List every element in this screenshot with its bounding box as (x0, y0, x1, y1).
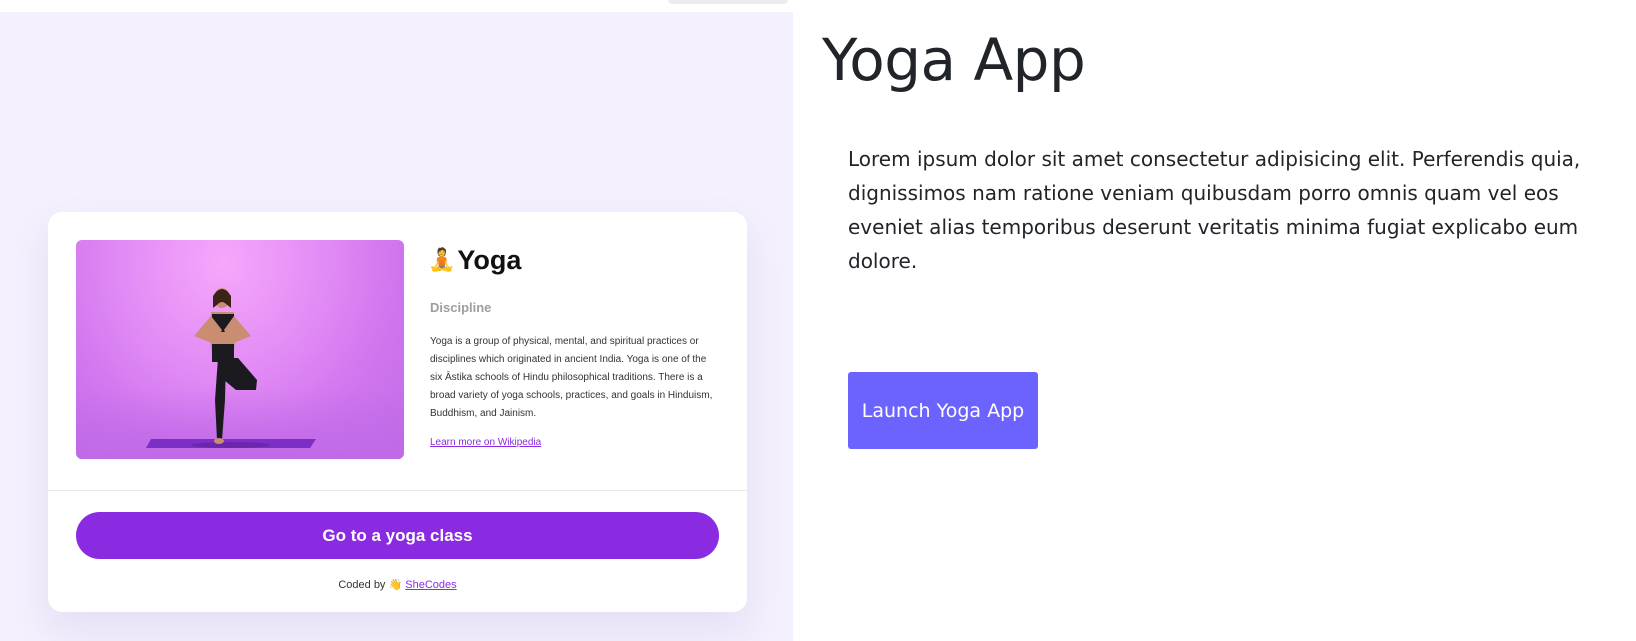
go-to-yoga-class-button[interactable]: Go to a yoga class (76, 512, 719, 559)
wikipedia-link[interactable]: Learn more on Wikipedia (430, 437, 541, 448)
card-title: 🧘 Yoga (428, 242, 521, 278)
yoga-card: 🧘 Yoga Discipline Yoga is a group of phy… (48, 212, 747, 612)
footer-prefix: Coded by (338, 579, 386, 591)
page-description: Lorem ipsum dolor sit amet consectetur a… (848, 147, 1581, 273)
top-tab-edge (668, 0, 788, 4)
card-title-text: Yoga (457, 244, 522, 275)
yoga-pose-figure (146, 288, 316, 448)
waving-hand-icon: 👋 (388, 579, 403, 591)
launch-yoga-app-button[interactable]: Launch Yoga App (848, 372, 1038, 449)
card-subtitle: Discipline (430, 300, 492, 315)
person-in-lotus-position-icon: 🧘 (428, 247, 456, 272)
card-description: Yoga is a group of physical, mental, and… (430, 336, 713, 419)
card-divider (48, 490, 747, 491)
card-footer: Coded by 👋 SheCodes (48, 578, 747, 591)
preview-panel: 🧘 Yoga Discipline Yoga is a group of phy… (0, 12, 793, 641)
page-title: Yoga App (822, 26, 1086, 94)
shecodes-link[interactable]: SheCodes (405, 579, 456, 591)
yoga-photo (76, 240, 404, 459)
